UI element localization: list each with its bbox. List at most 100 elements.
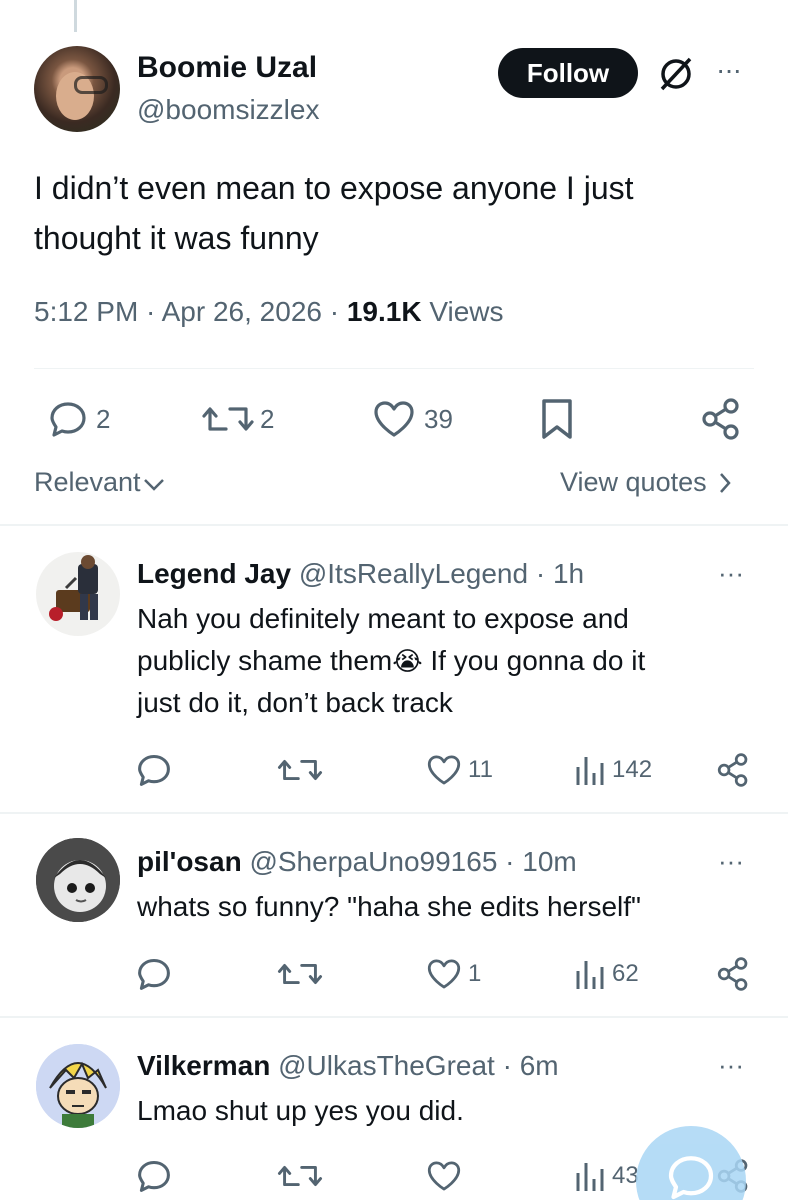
reply-text-line: whats so funny? "haha she edits herself": [137, 891, 641, 922]
avatar[interactable]: [36, 838, 120, 922]
views-count: 19.1K: [346, 296, 422, 327]
analytics-icon: [576, 961, 604, 989]
repost-icon: [277, 963, 323, 985]
compose-reply-button[interactable]: [636, 1126, 746, 1200]
repost-icon: [277, 759, 323, 781]
views-count: 43: [612, 1162, 639, 1189]
views-label: Views: [421, 296, 504, 327]
reply-button[interactable]: 2: [48, 392, 110, 446]
reply-author-handle[interactable]: @UlkasTheGreat · 6m: [278, 1050, 559, 1081]
reply-button[interactable]: [136, 952, 172, 996]
views-button[interactable]: 43: [574, 1154, 639, 1198]
more-options-icon[interactable]: ···: [718, 1050, 744, 1081]
share-button[interactable]: [716, 748, 750, 792]
avatar[interactable]: [36, 1044, 120, 1128]
sort-dropdown[interactable]: Relevant: [34, 467, 165, 498]
reply-text-segment: If you gonna do it: [422, 645, 646, 676]
chevron-right-icon: [720, 473, 731, 493]
reply-author-name[interactable]: Vilkerman: [137, 1050, 270, 1081]
reply-text-line: just do it, don’t back track: [137, 687, 453, 718]
reply-author-name[interactable]: Legend Jay: [137, 558, 291, 589]
repost-icon: [202, 407, 254, 431]
repost-button[interactable]: [276, 748, 324, 792]
author-handle[interactable]: @boomsizzlex: [137, 94, 319, 126]
reply-icon: [138, 958, 170, 990]
more-options-icon[interactable]: ···: [718, 846, 744, 877]
heart-icon: [427, 1161, 461, 1191]
repost-button[interactable]: 2: [200, 392, 274, 446]
reply-author-handle[interactable]: @SherpaUno99165 · 10m: [249, 846, 576, 877]
reply-header: Legend Jay @ItsReallyLegend · 1h: [137, 558, 584, 590]
view-quotes-link[interactable]: View quotes: [560, 467, 732, 498]
avatar[interactable]: [36, 552, 120, 636]
reply-text: Lmao shut up yes you did.: [137, 1090, 737, 1132]
timestamp[interactable]: 5:12 PM · Apr 26, 2026 ·: [34, 296, 347, 327]
tweet-text-line: I didn’t even mean to expose anyone I ju…: [34, 170, 634, 206]
views-count: 142: [612, 756, 653, 783]
views-button[interactable]: 62: [574, 952, 639, 996]
heart-icon: [374, 401, 414, 437]
share-button[interactable]: [716, 952, 750, 996]
author-name[interactable]: Boomie Uzal: [137, 51, 317, 85]
repost-button[interactable]: [276, 1154, 324, 1198]
reply-header: pil'osan @SherpaUno99165 · 10m: [137, 846, 577, 878]
reply-text: Nah you definitely meant to expose and p…: [137, 598, 737, 724]
reply-button[interactable]: [136, 1154, 172, 1198]
analytics-icon: [576, 1163, 604, 1191]
view-quotes-label: View quotes: [560, 467, 707, 497]
avatar[interactable]: [34, 46, 120, 132]
heart-icon: [427, 959, 461, 989]
share-button[interactable]: [700, 392, 742, 446]
thread-connector-line: [74, 0, 77, 32]
tweet-text-line: thought it was funny: [34, 220, 319, 256]
like-count: 11: [468, 756, 493, 783]
follow-button[interactable]: Follow: [498, 48, 638, 98]
views-count: 62: [612, 960, 639, 987]
share-icon: [702, 398, 739, 440]
reply-header: Vilkerman @UlkasTheGreat · 6m: [137, 1050, 559, 1082]
crying-emoji-icon: 😭: [392, 646, 423, 676]
more-options-icon[interactable]: ···: [716, 54, 750, 85]
tweet-meta: 5:12 PM · Apr 26, 2026 · 19.1K Views: [34, 296, 504, 328]
reply-text-line: Lmao shut up yes you did.: [137, 1095, 464, 1126]
like-button[interactable]: 1: [426, 952, 481, 996]
reply-author-handle[interactable]: @ItsReallyLegend · 1h: [299, 558, 584, 589]
like-button[interactable]: [426, 1154, 462, 1198]
grok-icon[interactable]: [656, 56, 696, 92]
chevron-down-icon: [143, 479, 164, 491]
repost-button[interactable]: [276, 952, 324, 996]
bookmark-icon: [542, 399, 572, 439]
tweet-text: I didn’t even mean to expose anyone I ju…: [34, 163, 754, 263]
reply-author-name[interactable]: pil'osan: [137, 846, 242, 877]
like-count: 1: [468, 960, 482, 987]
like-button[interactable]: 11: [426, 748, 493, 792]
divider: [0, 524, 788, 526]
reply-icon: [138, 1160, 170, 1192]
avatar-glasses: [74, 76, 108, 94]
divider: [0, 1016, 788, 1018]
heart-icon: [427, 755, 461, 785]
reply-text-line: publicly shame them😭 If you gonna do it: [137, 640, 737, 682]
divider: [0, 812, 788, 814]
reply-icon: [50, 402, 86, 437]
like-button[interactable]: 39: [372, 392, 453, 446]
share-icon: [717, 753, 748, 787]
reply-actions: 11 142: [0, 748, 788, 792]
reply-text-line: Nah you definitely meant to expose and: [137, 603, 629, 634]
bookmark-button[interactable]: [540, 392, 574, 446]
reply-button[interactable]: [136, 748, 172, 792]
chat-bubble-icon: [668, 1156, 714, 1200]
repost-icon: [277, 1165, 323, 1187]
reply-text: whats so funny? "haha she edits herself": [137, 886, 737, 928]
repost-count: 2: [260, 403, 275, 434]
reply-actions: 1 62: [0, 952, 788, 996]
views-button[interactable]: 142: [574, 748, 652, 792]
reply-text-segment: publicly shame them: [137, 645, 393, 676]
reply-count: 2: [96, 403, 111, 434]
more-options-icon[interactable]: ···: [718, 558, 744, 589]
reply-icon: [138, 754, 170, 786]
share-icon: [717, 957, 748, 991]
like-count: 39: [424, 403, 453, 434]
sort-label: Relevant: [34, 467, 141, 497]
analytics-icon: [576, 757, 604, 785]
